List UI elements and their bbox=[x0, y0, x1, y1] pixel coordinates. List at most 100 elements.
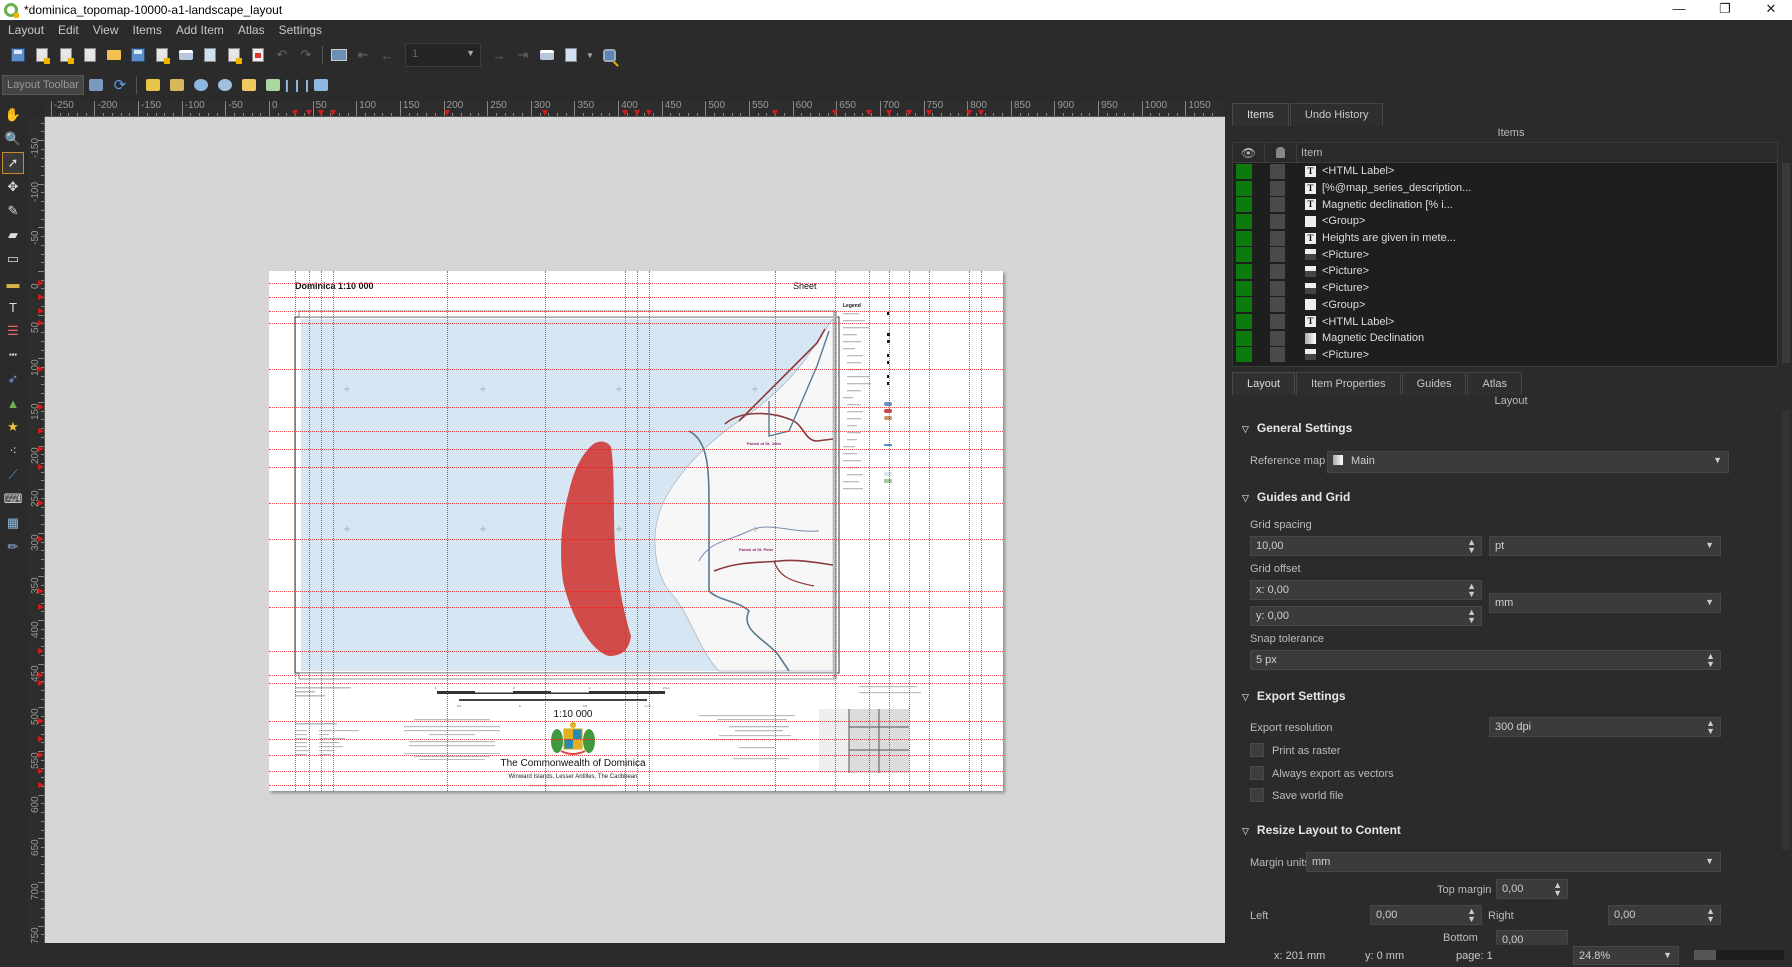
vertical-guide[interactable] bbox=[929, 271, 930, 791]
visibility-toggle[interactable] bbox=[1236, 330, 1252, 346]
guide-marker[interactable] bbox=[978, 110, 984, 116]
grid-spacing-input[interactable]: 10,00 ▲ ▼ bbox=[1250, 536, 1482, 556]
guide-marker[interactable] bbox=[38, 446, 44, 452]
margin-units-combo[interactable]: mm ▼ bbox=[1306, 852, 1721, 872]
undo-button[interactable]: ↶ bbox=[272, 45, 292, 65]
menu-edit[interactable]: Edit bbox=[58, 23, 79, 37]
add-north-arrow-tool[interactable]: ➶ bbox=[2, 368, 24, 390]
restore-button[interactable]: ❐ bbox=[1702, 0, 1748, 20]
print-button[interactable] bbox=[176, 45, 196, 65]
zoom-slider-handle[interactable] bbox=[1694, 950, 1716, 960]
horizontal-guide[interactable] bbox=[269, 721, 1003, 722]
guide-marker[interactable] bbox=[38, 500, 44, 506]
horizontal-guide[interactable] bbox=[269, 755, 1003, 756]
horizontal-guide[interactable] bbox=[269, 503, 1003, 504]
atlas-page-combo[interactable]: 1 ▼ bbox=[405, 43, 481, 67]
guide-marker[interactable] bbox=[38, 428, 44, 434]
tab-layout[interactable]: Layout bbox=[1232, 372, 1296, 395]
export-atlas-dropdown[interactable]: ▼ bbox=[585, 45, 595, 65]
horizontal-guide[interactable] bbox=[269, 311, 1003, 312]
grid-offset-unit-combo[interactable]: mm ▼ bbox=[1489, 593, 1721, 613]
general-settings-header[interactable]: ▽ General Settings bbox=[1242, 421, 1352, 435]
menu-add-item[interactable]: Add Item bbox=[176, 23, 224, 37]
lock-toggle[interactable] bbox=[1270, 280, 1285, 296]
visibility-toggle[interactable] bbox=[1236, 230, 1252, 246]
pan-tool[interactable]: ✋ bbox=[2, 104, 24, 126]
top-margin-input[interactable]: 0,00 ▲ ▼ bbox=[1496, 879, 1568, 899]
always-export-vectors-checkbox[interactable] bbox=[1250, 766, 1264, 780]
add-polyline-tool[interactable]: ⟋ bbox=[2, 464, 24, 486]
item-row[interactable]: T Magnetic declination [% i... bbox=[1233, 196, 1777, 213]
horizontal-guide[interactable] bbox=[269, 369, 1003, 370]
item-row[interactable]: <Group> bbox=[1233, 213, 1777, 230]
horizontal-guide[interactable] bbox=[269, 785, 1003, 786]
minimize-button[interactable]: — bbox=[1656, 0, 1702, 20]
guide-marker[interactable] bbox=[906, 110, 912, 116]
lock-toggle[interactable] bbox=[1270, 347, 1285, 363]
guides-grid-header[interactable]: ▽ Guides and Grid bbox=[1242, 490, 1350, 504]
export-image-button[interactable] bbox=[200, 45, 220, 65]
lock-column-header[interactable] bbox=[1265, 143, 1297, 162]
guide-marker[interactable] bbox=[306, 110, 312, 116]
vertical-guide[interactable] bbox=[625, 271, 626, 791]
horizontal-guide[interactable] bbox=[269, 539, 1003, 540]
item-row[interactable]: T <HTML Label> bbox=[1233, 163, 1777, 180]
items-scrollbar[interactable] bbox=[1782, 163, 1790, 363]
vertical-guide[interactable] bbox=[637, 271, 638, 791]
guide-marker[interactable] bbox=[38, 648, 44, 654]
layout-page[interactable]: Dominica 1:10 000 Sheet Parish of St. Jo… bbox=[269, 271, 1003, 791]
visibility-toggle[interactable] bbox=[1236, 263, 1252, 279]
guide-marker[interactable] bbox=[542, 110, 548, 116]
lock-items-button[interactable] bbox=[143, 75, 163, 95]
zoom-full-button[interactable] bbox=[86, 75, 106, 95]
menu-atlas[interactable]: Atlas bbox=[238, 23, 265, 37]
lock-toggle[interactable] bbox=[1270, 230, 1285, 246]
guide-marker[interactable] bbox=[38, 718, 44, 724]
guide-marker[interactable] bbox=[38, 672, 44, 678]
guide-marker[interactable] bbox=[886, 110, 892, 116]
ungroup-button[interactable] bbox=[215, 75, 235, 95]
left-margin-input[interactable]: 0,00 ▲ ▼ bbox=[1370, 905, 1482, 925]
duplicate-layout-button[interactable] bbox=[56, 45, 76, 65]
guide-marker[interactable] bbox=[292, 110, 298, 116]
first-feature-button[interactable]: ⇤ bbox=[353, 45, 373, 65]
vertical-guide[interactable] bbox=[889, 271, 890, 791]
horizontal-guide[interactable] bbox=[269, 771, 1003, 772]
item-row[interactable]: <Picture> bbox=[1233, 263, 1777, 280]
add-map-tool[interactable]: ▰ bbox=[2, 224, 24, 246]
add-3d-map-tool[interactable]: ▭ bbox=[2, 248, 24, 270]
guide-marker[interactable] bbox=[38, 280, 44, 286]
save-button[interactable] bbox=[8, 45, 28, 65]
lock-toggle[interactable] bbox=[1270, 197, 1285, 213]
vertical-guide[interactable] bbox=[447, 271, 448, 791]
guide-marker[interactable] bbox=[38, 782, 44, 788]
bottom-margin-input[interactable]: 0,00 bbox=[1496, 930, 1568, 945]
export-pdf-button[interactable] bbox=[248, 45, 268, 65]
item-row[interactable]: T Heights are given in mete... bbox=[1233, 230, 1777, 247]
open-template-button[interactable] bbox=[104, 45, 124, 65]
vertical-guide[interactable] bbox=[545, 271, 546, 791]
add-arrow-tool[interactable]: ⁖ bbox=[2, 440, 24, 462]
guide-marker[interactable] bbox=[318, 110, 324, 116]
add-scalebar-tool[interactable]: ┅ bbox=[2, 344, 24, 366]
guide-marker[interactable] bbox=[38, 736, 44, 742]
align-button[interactable] bbox=[263, 75, 283, 95]
horizontal-guide[interactable] bbox=[269, 591, 1003, 592]
lock-toggle[interactable] bbox=[1270, 314, 1285, 330]
atlas-preview-button[interactable] bbox=[329, 45, 349, 65]
visibility-toggle[interactable] bbox=[1236, 180, 1252, 196]
horizontal-guide[interactable] bbox=[269, 297, 1003, 298]
export-resolution-input[interactable]: 300 dpi ▲ ▼ bbox=[1489, 717, 1721, 737]
guide-marker[interactable] bbox=[38, 768, 44, 774]
zoom-slider[interactable] bbox=[1694, 950, 1784, 960]
guide-marker[interactable] bbox=[38, 680, 44, 686]
lock-toggle[interactable] bbox=[1270, 213, 1285, 229]
add-legend-tool[interactable]: ☰ bbox=[2, 320, 24, 342]
menu-view[interactable]: View bbox=[93, 23, 119, 37]
horizontal-guide[interactable] bbox=[269, 675, 1003, 676]
grid-offset-y-input[interactable]: y: 0,00 ▲ ▼ bbox=[1250, 606, 1482, 626]
guide-marker[interactable] bbox=[646, 110, 652, 116]
horizontal-guide[interactable] bbox=[269, 467, 1003, 468]
vertical-guide[interactable] bbox=[775, 271, 776, 791]
spinner-icon[interactable]: ▲ ▼ bbox=[1467, 907, 1476, 924]
